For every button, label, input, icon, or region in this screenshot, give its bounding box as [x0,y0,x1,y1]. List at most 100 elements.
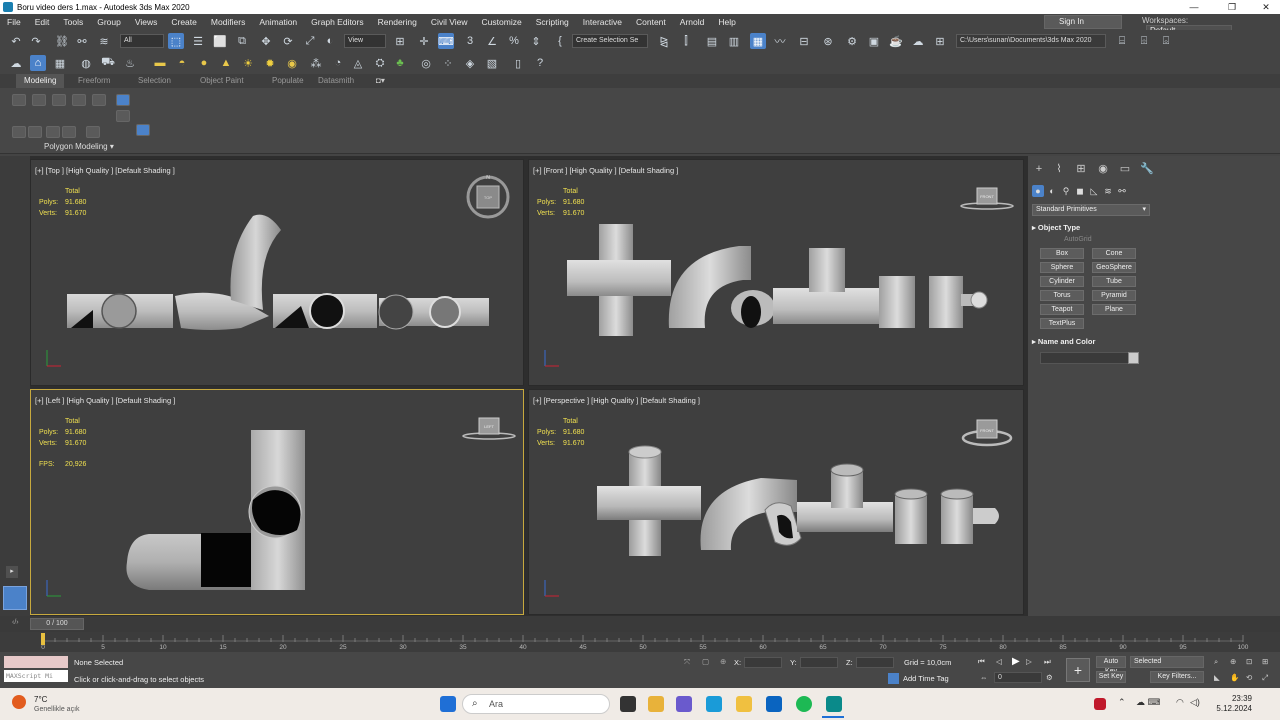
selection-filter-dropdown[interactable]: All [120,34,164,48]
preserve-uvs-button[interactable] [46,126,60,138]
sign-in-button[interactable]: Sign In [1044,15,1122,29]
menu-graph-editors[interactable]: Graph Editors [304,17,370,27]
geosphere-button[interactable]: GeoSphere [1092,262,1136,273]
cylinder-icon[interactable]: ▲ [218,55,234,71]
render-setup-icon[interactable]: ⚙ [844,33,860,49]
element-mode-button[interactable] [92,94,106,106]
torus-button[interactable]: Torus [1040,290,1084,301]
particles-icon[interactable]: ⁂ [308,55,324,71]
menu-group[interactable]: Group [90,17,128,27]
taskbar-search[interactable]: ⌕ Ara [462,694,610,714]
link-icon[interactable]: ⛓ [54,33,70,49]
hierarchy-icon[interactable]: ☁ [8,55,24,71]
teams-icon[interactable] [676,696,692,712]
pan-icon[interactable]: ✋ [1230,673,1239,682]
menu-scripting[interactable]: Scripting [529,17,576,27]
box-icon[interactable]: ▬ [152,55,168,71]
reference-coordinate-dropdown[interactable]: View [344,34,386,48]
plane-button[interactable]: Plane [1092,304,1136,315]
viewport-layouts-icon[interactable] [3,586,27,610]
chrome-icon[interactable] [648,696,664,712]
sphere-icon[interactable]: ● [196,55,212,71]
time-tag-icon[interactable] [888,673,899,684]
maximize-viewport-icon[interactable]: ⤢ [1262,673,1268,683]
spacewarps-category-icon[interactable]: ≋ [1102,185,1114,197]
edit-poly-button[interactable] [12,126,26,138]
redo-icon[interactable]: ↷ [28,33,44,49]
geometry-icon[interactable]: ◬ [350,55,366,71]
box-button[interactable]: Box [1040,248,1084,259]
key-set-dropdown[interactable]: Selected [1130,656,1204,668]
viewport-perspective[interactable]: [+] [Perspective ] [High Quality ] [Defa… [528,389,1024,615]
teapot-button[interactable]: Teapot [1040,304,1084,315]
key-filters-button[interactable]: Key Filters... [1150,671,1204,683]
menu-help[interactable]: Help [711,17,742,27]
tab-selection[interactable]: Selection [130,74,179,88]
zoom-extents-icon[interactable]: ⊡ [1246,657,1252,666]
time-slider[interactable]: ‹/› 0 / 100 [0,616,1280,632]
tab-object-paint[interactable]: Object Paint [192,74,252,88]
scale-icon[interactable]: ⤢ [302,33,318,49]
menu-edit[interactable]: Edit [28,17,57,27]
motion-tab-icon[interactable]: ◉ [1096,162,1110,176]
viewcube-front[interactable]: FRONT [957,182,1017,212]
cone-icon[interactable]: ◓ [174,55,190,71]
set-key-icon[interactable]: + [1066,658,1090,682]
key-mode-icon[interactable]: ⇔ [980,673,988,682]
current-frame-field[interactable]: 0 [994,672,1042,683]
timeline-toggle-icon[interactable]: ‹/› [12,619,19,626]
select-object-icon[interactable]: ⬚ [168,33,184,49]
helpers-icon[interactable]: ⛭ [372,55,388,71]
object-color-swatch[interactable] [1128,352,1139,364]
menu-customize[interactable]: Customize [475,17,529,27]
hierarchy-tab-icon[interactable]: ⊞ [1074,162,1088,176]
foliage-icon[interactable]: ♣ [392,55,408,71]
cone-button[interactable]: Cone [1092,248,1136,259]
menu-arnold[interactable]: Arnold [673,17,712,27]
menu-content[interactable]: Content [629,17,673,27]
place-icon[interactable]: ◐ [322,33,338,49]
object-type-rollout[interactable]: ▸ Object Type [1032,223,1148,232]
window-crossing-icon[interactable]: ⧉ [234,33,250,49]
light-icon[interactable]: ☀ [240,55,256,71]
isolate-icon[interactable]: ⤧ [684,657,690,667]
display-tab-icon[interactable]: ▭ [1118,162,1132,176]
sphere-button[interactable]: Sphere [1040,262,1084,273]
unlink-icon[interactable]: ⚯ [74,33,90,49]
set-project-icon[interactable]: ⌹ [1136,33,1152,49]
material-palette-icon[interactable]: ⁘ [440,55,456,71]
add-time-tag[interactable]: Add Time Tag [903,674,949,683]
y-coordinate-field[interactable] [800,657,838,668]
use-nurms-button[interactable] [136,124,150,136]
x-coordinate-field[interactable] [744,657,782,668]
schematic-view-icon[interactable]: ⊟ [796,33,812,49]
auto-key-button[interactable]: Auto Key [1096,656,1126,675]
menu-views[interactable]: Views [128,17,165,27]
zoom-extents-all-icon[interactable]: ⊞ [1262,657,1268,666]
menu-rendering[interactable]: Rendering [371,17,424,27]
curve-editor-icon[interactable]: 〰 [772,33,788,49]
lights-category-icon[interactable]: ⚲ [1060,185,1072,197]
outlook-icon[interactable] [766,696,782,712]
maxscript-listener[interactable] [4,656,68,668]
cylinder-button[interactable]: Cylinder [1040,276,1084,287]
keyboard-shortcut-override-icon[interactable]: ⌨ [438,33,454,49]
bind-space-warp-icon[interactable]: ≋ [96,33,112,49]
move-icon[interactable]: ✥ [258,33,274,49]
project-options-icon[interactable]: ⌺ [1158,33,1174,49]
shapes-icon[interactable]: ⛟ [100,55,116,71]
lock-selection-icon[interactable]: ▢ [702,657,709,666]
play-icon[interactable]: ▶ [1012,656,1020,667]
task-view-icon[interactable] [620,696,636,712]
modify-mode-button[interactable] [28,126,42,138]
select-by-name-icon[interactable]: ☰ [190,33,206,49]
viewcube-top[interactable]: N TOP [463,172,513,222]
shapes-category-icon[interactable]: ◐ [1046,185,1058,197]
go-to-start-icon[interactable]: ⏮ [978,657,985,667]
tray-chevron-icon[interactable]: ⌃ [1118,697,1126,708]
name-color-rollout[interactable]: ▸ Name and Color [1032,337,1148,346]
previous-frame-icon[interactable]: ◁ [996,657,1002,666]
cameras-category-icon[interactable]: ◼ [1074,185,1086,197]
polygon-mode-button[interactable] [72,94,86,106]
rectangular-selection-icon[interactable]: ⬜ [212,33,228,49]
